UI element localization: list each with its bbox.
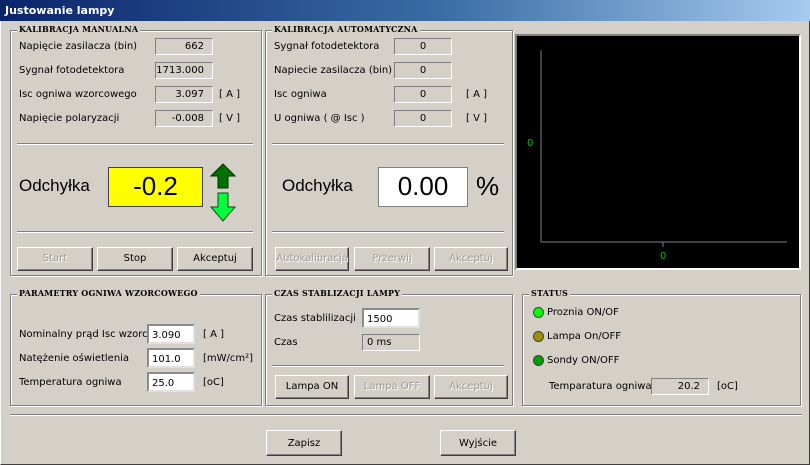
vacuum-status-led — [533, 307, 544, 318]
manual-supply-voltage-value: 662 — [155, 38, 213, 55]
manual-separator-bottom — [17, 231, 253, 233]
cell-temp-status-unit: [oC] — [717, 381, 738, 392]
lamp-status-led — [533, 331, 544, 342]
auto-isc-unit: [ A ] — [466, 89, 488, 100]
reference-cell-group: PARAMETRY OGNIWA WZORCOWEGO Nominalny pr… — [10, 288, 262, 406]
manual-isc-value: 3.097 — [155, 86, 213, 103]
plot-canvas: 0 0 — [527, 50, 787, 262]
interrupt-button[interactable]: Przerwij — [354, 247, 430, 271]
irradiance-unit: [mW/cm²] — [203, 353, 254, 364]
manual-bias-unit: [ V ] — [219, 113, 241, 124]
stop-button[interactable]: Stop — [97, 247, 173, 271]
irradiance-input[interactable] — [147, 348, 195, 368]
auto-deviation-label: Odchyłka — [282, 176, 353, 195]
irradiance-label: Natężenie oświetlenia — [19, 353, 130, 364]
lamp-stabilization-title: CZAS STABLIZACJI LAMPY — [272, 288, 403, 298]
lamp-stabilization-group: CZAS STABLIZACJI LAMPY Czas stablilizacj… — [265, 288, 513, 406]
cell-temp-status-label: Temparatura ogniwa — [549, 381, 652, 392]
manual-separator-top — [17, 143, 253, 145]
cell-temperature-unit: [oC] — [203, 377, 224, 388]
nominal-isc-unit: [ A ] — [203, 329, 225, 340]
nominal-isc-label: Nominalny prąd Isc wzorca — [19, 329, 154, 340]
reference-cell-title: PARAMETRY OGNIWA WZORCOWEGO — [17, 288, 200, 298]
auto-photodetector-value: 0 — [394, 38, 452, 55]
manual-photodetector-value: 1713.000 — [155, 62, 213, 79]
window-title: Justowanie lampy — [0, 0, 810, 21]
lamp-on-button[interactable]: Lampa ON — [275, 375, 349, 399]
auto-cell-voltage-unit: [ V ] — [466, 113, 488, 124]
arrow-up-icon[interactable] — [210, 163, 236, 189]
auto-isc-label: Isc ogniwa — [274, 89, 327, 100]
calibration-plot: 0 0 — [515, 34, 801, 270]
save-button[interactable]: Zapisz — [266, 430, 342, 456]
probes-status-label: Sondy ON/OFF — [547, 355, 620, 366]
auto-cell-voltage-value: 0 — [394, 110, 452, 127]
lamp-separator — [272, 365, 504, 367]
cell-temperature-label: Temperatura ogniwa — [19, 377, 122, 388]
vacuum-status-label: Proznia ON/OF — [547, 307, 619, 318]
elapsed-time-label: Czas — [274, 337, 298, 348]
arrow-down-icon[interactable] — [210, 192, 236, 222]
auto-separator-bottom — [272, 231, 504, 233]
autocalibration-button[interactable]: Autokalibracja — [275, 247, 349, 271]
manual-supply-voltage-label: Napięcie zasilacza (bin) — [19, 41, 138, 52]
auto-isc-value: 0 — [394, 86, 452, 103]
manual-bias-label: Napięcie polaryzacji — [19, 113, 120, 124]
manual-isc-unit: [ A ] — [219, 89, 241, 100]
nominal-isc-input[interactable] — [147, 324, 195, 344]
manual-photodetector-label: Sygnał fotodetektora — [19, 65, 125, 76]
plot-x-axis-label: 0 — [660, 251, 666, 262]
auto-calibration-title: KALIBRACJA AUTOMATYCZNA — [272, 24, 420, 34]
auto-photodetector-label: Sygnał fotodetektora — [274, 41, 380, 52]
start-button[interactable]: Start — [17, 247, 93, 271]
auto-accept-button[interactable]: Akceptuj — [434, 247, 508, 271]
auto-calibration-group: KALIBRACJA AUTOMATYCZNA Sygnał fotodetek… — [265, 24, 513, 276]
manual-calibration-title: KALIBRACJA MANUALNA — [17, 24, 141, 34]
lamp-accept-button[interactable]: Akceptuj — [434, 375, 508, 399]
cell-temperature-input[interactable] — [147, 372, 195, 392]
manual-deviation-label: Odchyłka — [19, 176, 90, 195]
manual-bias-value: -0.008 — [155, 110, 213, 127]
cell-temp-status-value: 20.2 — [651, 378, 709, 395]
status-title: STATUS — [529, 288, 570, 298]
lamp-status-label: Lampa On/OFF — [547, 331, 622, 342]
stabilization-time-label: Czas stablilizacji — [274, 313, 356, 324]
footer-separator — [10, 414, 802, 416]
manual-deviation-value: -0.2 — [108, 167, 203, 207]
exit-button[interactable]: Wyjście — [440, 430, 516, 456]
auto-deviation-value: 0.00 — [378, 167, 468, 207]
manual-isc-label: Isc ogniwa wzorcowego — [19, 89, 137, 100]
auto-supply-voltage-value: 0 — [394, 62, 452, 79]
stabilization-time-input[interactable] — [362, 308, 420, 328]
auto-cell-voltage-label: U ogniwa ( @ Isc ) — [274, 113, 365, 124]
lamp-off-button[interactable]: Lampa OFF — [354, 375, 430, 399]
probes-status-led — [533, 355, 544, 366]
auto-deviation-unit: % — [476, 171, 500, 201]
manual-calibration-group: KALIBRACJA MANUALNA Napięcie zasilacza (… — [10, 24, 262, 276]
elapsed-time-value: 0 ms — [362, 334, 420, 351]
status-group: STATUS Proznia ON/OF Lampa On/OFF Sondy … — [522, 288, 801, 406]
manual-accept-button[interactable]: Akceptuj — [177, 247, 253, 271]
auto-supply-voltage-label: Napiecie zasilacza (bin) — [274, 65, 393, 76]
auto-separator-top — [272, 143, 504, 145]
plot-y-axis-label: 0 — [527, 138, 533, 149]
